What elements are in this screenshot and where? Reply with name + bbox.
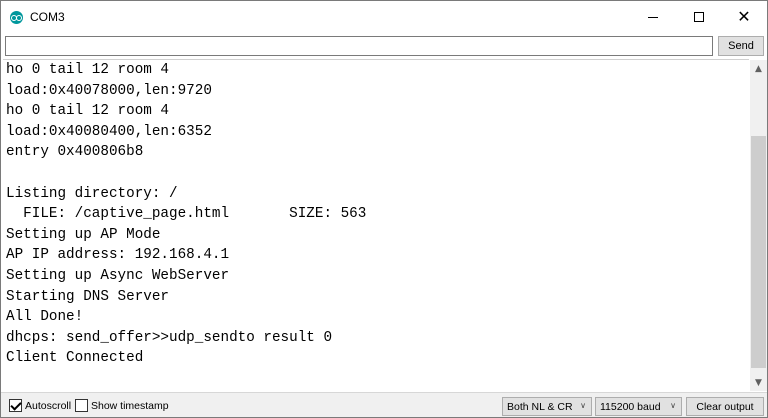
output-line: entry 0x400806b8 bbox=[6, 144, 144, 161]
output-line: All Done! bbox=[6, 309, 84, 326]
output-line: Setting up Async WebServer bbox=[6, 267, 230, 284]
line-ending-select[interactable]: Both NL & CR ∨ bbox=[502, 397, 592, 416]
output-line: Setting up AP Mode bbox=[6, 226, 161, 243]
output-line: AP IP address: 192.168.4.1 bbox=[6, 247, 230, 264]
maximize-icon bbox=[694, 12, 704, 22]
scrollbar-thumb[interactable] bbox=[751, 136, 766, 368]
maximize-button[interactable] bbox=[676, 1, 722, 33]
output-line: dhcps: send_offer>>udp_sendto result 0 bbox=[6, 329, 333, 346]
output-line: Client Connected bbox=[6, 350, 144, 367]
baud-rate-select[interactable]: 115200 baud ∨ bbox=[595, 397, 682, 416]
timestamp-toggle[interactable]: Show timestamp bbox=[75, 399, 169, 412]
serial-input[interactable] bbox=[5, 36, 713, 56]
output-line: Starting DNS Server bbox=[6, 288, 170, 305]
chevron-down-icon: ∨ bbox=[670, 401, 676, 410]
output-line: load:0x40080400,len:6352 bbox=[6, 123, 212, 140]
minimize-icon bbox=[648, 16, 658, 18]
output-line: Listing directory: / bbox=[6, 185, 178, 202]
status-bar: Autoscroll Show timestamp Both NL & CR ∨… bbox=[1, 392, 767, 417]
output-line: ho 0 tail 12 room 4 bbox=[6, 103, 170, 120]
output-line: ho 0 tail 12 room 4 bbox=[6, 62, 170, 78]
autoscroll-toggle[interactable]: Autoscroll bbox=[9, 399, 71, 412]
timestamp-label: Show timestamp bbox=[91, 399, 169, 412]
arduino-logo-icon bbox=[10, 11, 23, 24]
close-button[interactable]: ✕ bbox=[721, 1, 767, 33]
minimize-button[interactable] bbox=[630, 1, 676, 33]
title-bar[interactable]: COM3 ✕ bbox=[1, 1, 767, 33]
serial-output[interactable]: ho 0 tail 12 room 4 load:0x40078000,len:9… bbox=[3, 59, 749, 391]
chevron-down-icon: ∨ bbox=[580, 401, 586, 410]
line-ending-value: Both NL & CR bbox=[507, 400, 573, 413]
timestamp-checkbox[interactable] bbox=[75, 399, 88, 412]
send-button[interactable]: Send bbox=[718, 36, 764, 56]
autoscroll-checkbox[interactable] bbox=[9, 399, 22, 412]
output-line: FILE: /captive_page.html SIZE: 563 bbox=[6, 206, 367, 223]
send-row: Send bbox=[1, 33, 767, 59]
baud-rate-value: 115200 baud bbox=[600, 400, 661, 413]
scroll-up-icon[interactable]: ▲ bbox=[750, 60, 767, 77]
clear-output-button[interactable]: Clear output bbox=[686, 397, 764, 416]
close-icon: ✕ bbox=[737, 7, 751, 26]
scroll-down-icon[interactable]: ▼ bbox=[750, 374, 767, 391]
vertical-scrollbar[interactable]: ▲ ▼ bbox=[750, 60, 767, 391]
output-line: load:0x40078000,len:9720 bbox=[6, 82, 212, 99]
window-title: COM3 bbox=[30, 10, 65, 24]
autoscroll-label: Autoscroll bbox=[25, 399, 72, 412]
serial-monitor-window: COM3 ✕ Send ho 0 tail 12 room 4 load:0x40… bbox=[0, 0, 768, 418]
